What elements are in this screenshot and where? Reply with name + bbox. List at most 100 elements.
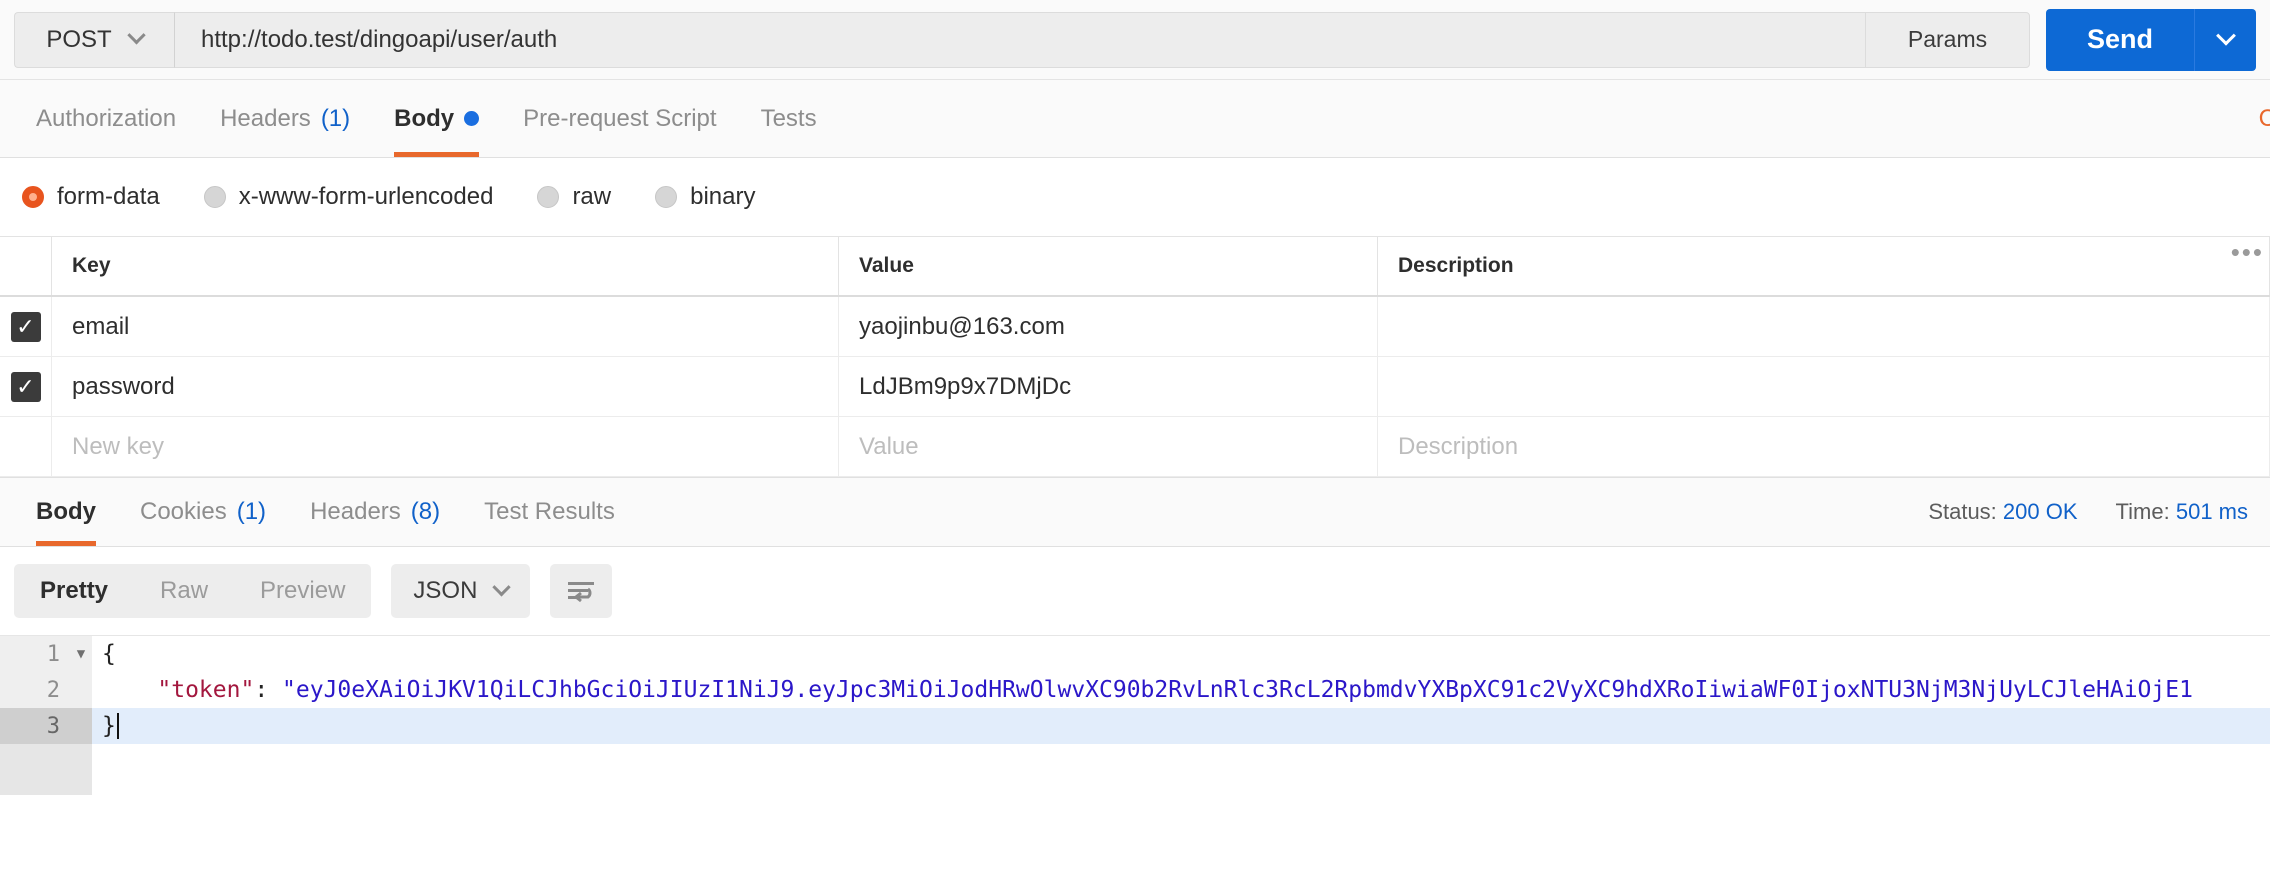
send-options-button[interactable]	[2194, 8, 2256, 71]
response-tab-headers-count: (8)	[410, 498, 441, 525]
status-label: Status:	[1928, 499, 1997, 524]
tab-tests-label: Tests	[760, 104, 817, 132]
code-line-text: }	[92, 708, 119, 744]
word-wrap-icon	[568, 582, 595, 603]
header-value: Value	[839, 237, 1378, 295]
row-checkbox-password[interactable]: ✓	[0, 357, 52, 416]
status-badge: Status: 200 OK	[1928, 499, 2077, 525]
form-data-table: Key Value Description ••• ✓ email yaojin…	[0, 236, 2270, 477]
view-mode-preview[interactable]: Preview	[234, 564, 371, 618]
table-row: ✓ email yaojinbu@163.com	[0, 297, 2270, 357]
response-tab-headers[interactable]: Headers (8)	[288, 478, 462, 546]
tab-headers[interactable]: Headers (1)	[198, 80, 372, 157]
open-brace: {	[102, 641, 116, 667]
text-cursor	[116, 713, 119, 739]
tab-pre-request-script-label: Pre-request Script	[523, 104, 717, 132]
tab-body-label: Body	[394, 104, 455, 132]
radio-icon	[22, 186, 44, 208]
tab-headers-label: Headers	[220, 104, 311, 132]
line-number: 2	[0, 672, 70, 708]
time-label: Time:	[2115, 499, 2170, 524]
view-mode-raw[interactable]: Raw	[134, 564, 234, 618]
body-modified-dot-icon	[464, 111, 480, 126]
row-key-password[interactable]: password	[52, 357, 839, 416]
response-format-select[interactable]: JSON	[391, 564, 531, 618]
tab-pre-request-script[interactable]: Pre-request Script	[501, 80, 738, 157]
radio-icon	[203, 186, 226, 208]
response-format-label: JSON	[413, 577, 478, 604]
body-type-form-data[interactable]: form-data	[22, 183, 160, 211]
fold-spacer	[70, 672, 92, 708]
request-url-input[interactable]: http://todo.test/dingoapi/user/auth	[174, 11, 1865, 68]
response-tab-cookies[interactable]: Cookies (1)	[118, 478, 288, 546]
line-number: 3	[0, 708, 70, 744]
line-number: 1	[0, 636, 70, 672]
tab-headers-count: (1)	[320, 104, 351, 132]
json-value-token: "eyJ0eXAiOiJKV1QiLCJhbGciOiJIUzI1NiJ9.ey…	[282, 677, 2193, 703]
cookies-link[interactable]: C	[2259, 105, 2270, 133]
request-url-bar: POST http://todo.test/dingoapi/user/auth…	[0, 0, 2270, 80]
body-type-raw-label: raw	[572, 183, 612, 210]
response-tabs: Body Cookies (1) Headers (8) Test Result…	[0, 477, 2270, 547]
response-tab-cookies-label: Cookies	[140, 498, 227, 525]
row-value-email[interactable]: yaojinbu@163.com	[839, 297, 1378, 356]
ellipsis-icon[interactable]: •••	[2231, 237, 2264, 268]
body-type-binary-label: binary	[690, 183, 756, 210]
response-tab-body[interactable]: Body	[14, 478, 118, 546]
response-tab-test-results[interactable]: Test Results	[462, 478, 637, 546]
chevron-down-icon	[2215, 25, 2236, 46]
status-value: 200 OK	[2002, 499, 2078, 524]
new-description-input[interactable]: Description	[1378, 417, 2270, 476]
params-label: Params	[1907, 26, 1988, 52]
response-tab-test-results-label: Test Results	[484, 498, 615, 525]
new-key-input[interactable]: New key	[52, 417, 839, 476]
row-key-email[interactable]: email	[52, 297, 839, 356]
table-row: ✓ password LdJBm9p9x7DMjDc	[0, 357, 2270, 417]
header-checkbox-cell	[0, 237, 52, 295]
code-line-text: {	[92, 636, 116, 672]
json-colon-token: :	[254, 677, 283, 703]
row-value-password[interactable]: LdJBm9p9x7DMjDc	[839, 357, 1378, 416]
code-line: 2 "token": "eyJ0eXAiOiJKV1QiLCJhbGciOiJI…	[0, 672, 2270, 708]
response-tab-body-label: Body	[36, 498, 96, 525]
chevron-down-icon	[126, 26, 146, 45]
fold-toggle-icon[interactable]: ▼	[70, 636, 92, 672]
word-wrap-button[interactable]	[550, 564, 613, 618]
checkbox-checked-icon: ✓	[10, 371, 41, 402]
time-badge: Time: 501 ms	[2116, 499, 2248, 525]
close-brace: }	[102, 713, 116, 739]
row-description-email[interactable]	[1378, 297, 2270, 356]
params-button[interactable]: Params	[1865, 11, 2030, 68]
header-description: Description	[1378, 237, 2270, 295]
response-body-code[interactable]: 1 ▼ { 2 "token": "eyJ0eXAiOiJKV1QiLCJhbG…	[0, 635, 2270, 795]
radio-icon	[537, 186, 560, 208]
code-line-text: "token": "eyJ0eXAiOiJKV1QiLCJhbGciOiJIUz…	[92, 672, 2193, 708]
body-type-binary[interactable]: binary	[655, 183, 755, 211]
row-description-password[interactable]	[1378, 357, 2270, 416]
tab-body[interactable]: Body	[372, 80, 501, 157]
body-type-urlencoded[interactable]: x-www-form-urlencoded	[203, 183, 494, 211]
new-row-checkbox-cell	[0, 417, 52, 476]
code-line: 1 ▼ {	[0, 636, 2270, 672]
radio-icon	[655, 186, 678, 208]
body-type-radio-group: form-data x-www-form-urlencoded raw bina…	[0, 158, 2270, 236]
body-type-raw[interactable]: raw	[537, 183, 611, 211]
response-meta: Status: 200 OK Time: 501 ms	[1928, 499, 2248, 525]
code-line: 3 }	[0, 708, 2270, 744]
checkbox-checked-icon: ✓	[10, 311, 41, 342]
tab-authorization-label: Authorization	[36, 104, 177, 132]
http-method-label: POST	[46, 25, 112, 53]
tab-authorization[interactable]: Authorization	[14, 80, 198, 157]
new-value-input[interactable]: Value	[839, 417, 1378, 476]
body-type-urlencoded-label: x-www-form-urlencoded	[238, 183, 494, 210]
tab-tests[interactable]: Tests	[739, 80, 839, 157]
json-key-token: "token"	[157, 677, 255, 703]
request-url-text: http://todo.test/dingoapi/user/auth	[201, 25, 558, 53]
response-view-toolbar: Pretty Raw Preview JSON	[0, 547, 2270, 635]
send-label: Send	[2086, 24, 2153, 54]
row-checkbox-email[interactable]: ✓	[0, 297, 52, 356]
chevron-down-icon	[492, 577, 512, 596]
send-button[interactable]: Send	[2046, 8, 2194, 71]
view-mode-pretty[interactable]: Pretty	[14, 564, 134, 618]
http-method-select[interactable]: POST	[14, 11, 174, 68]
